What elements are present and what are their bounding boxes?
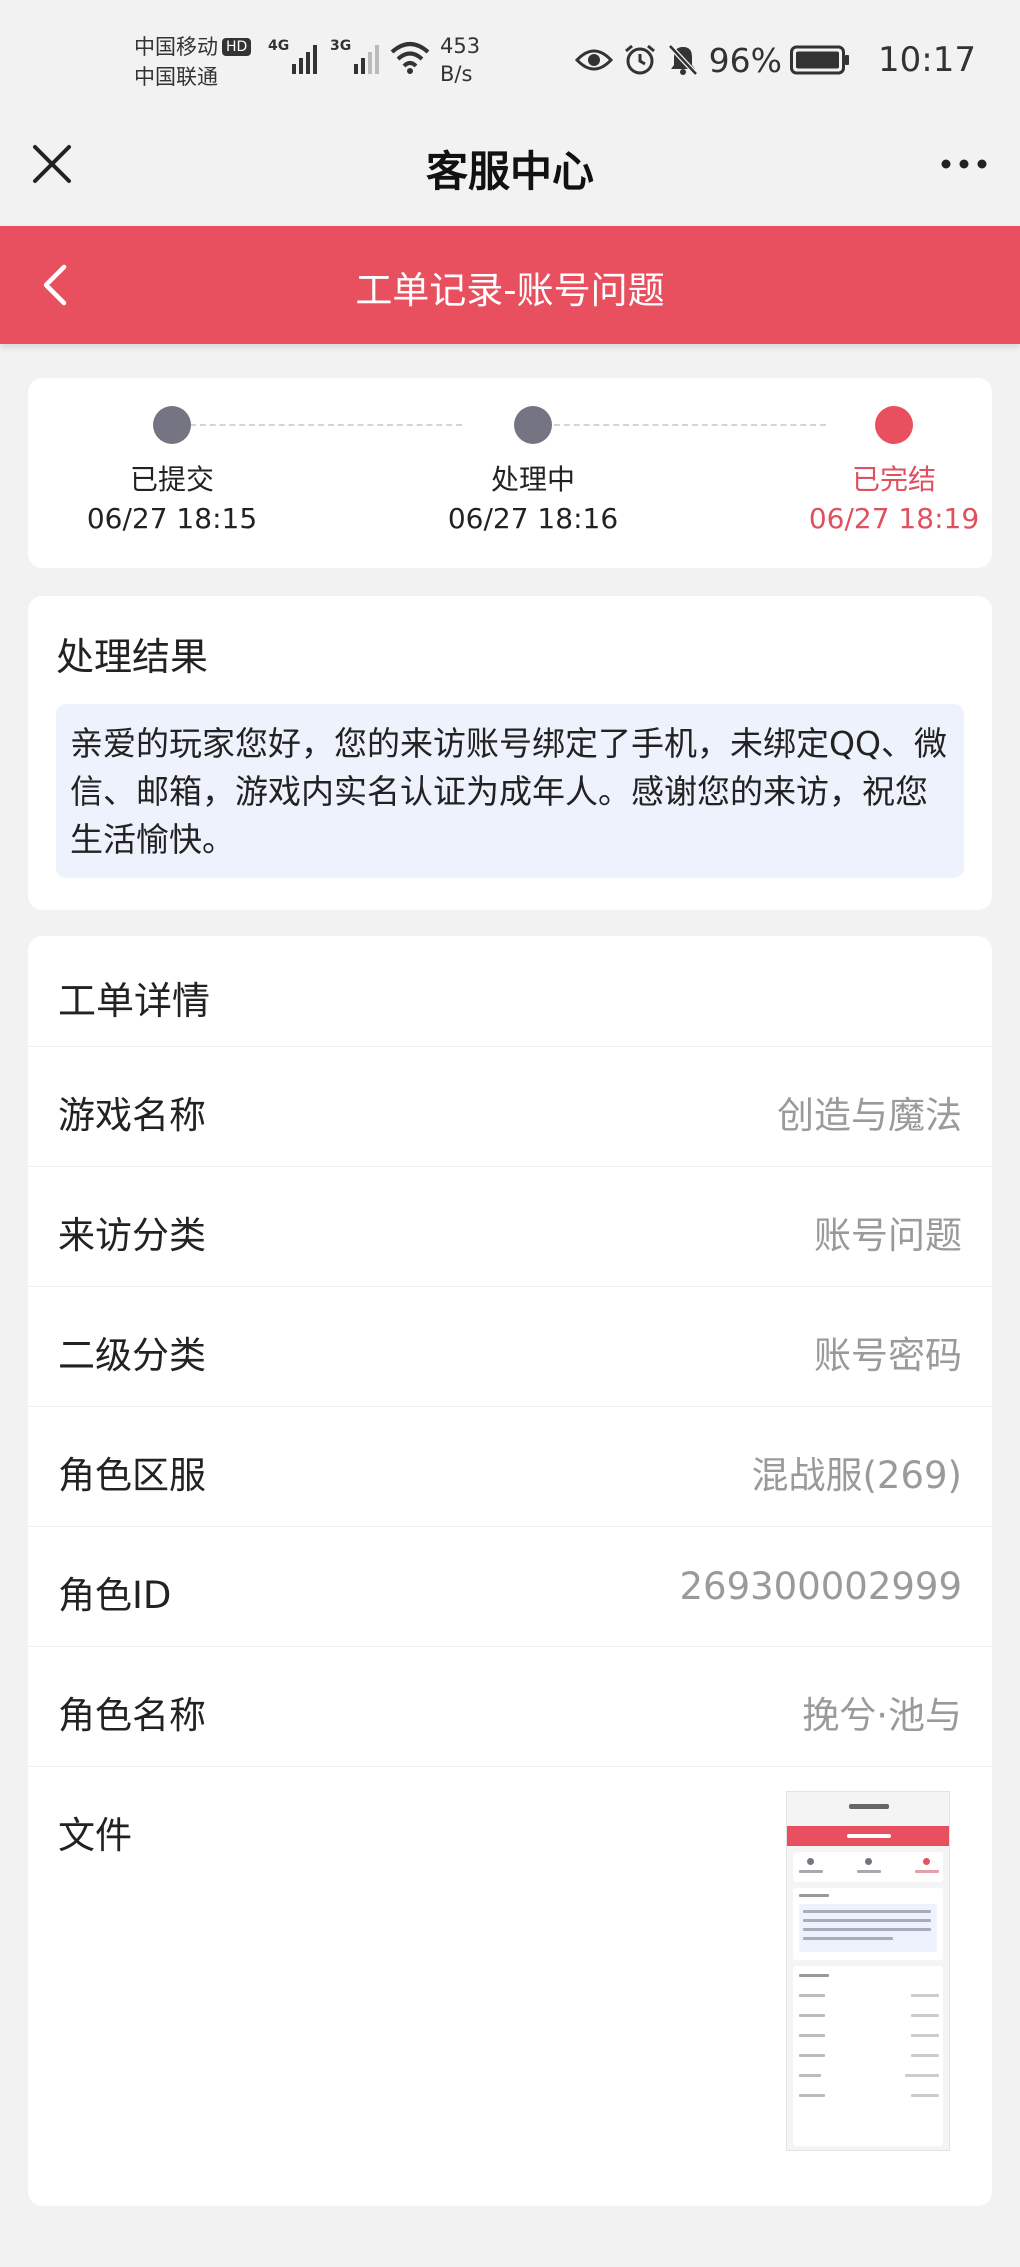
progress-card: 已提交 06/27 18:15 处理中 06/27 18:16 已完结 06/27 1…	[28, 378, 992, 568]
file-thumbnail[interactable]	[786, 1791, 950, 2151]
detail-key: 角色区服	[58, 1454, 206, 1497]
step-time: 06/27 18:16	[447, 502, 619, 535]
more-icon	[941, 159, 987, 169]
detail-row: 来访分类 账号问题	[28, 1166, 992, 1286]
detail-row: 二级分类 账号密码	[28, 1286, 992, 1406]
detail-value: 账号密码	[814, 1334, 962, 1377]
step-dot	[875, 406, 913, 444]
detail-key: 角色名称	[58, 1694, 206, 1737]
mute-bell-icon	[667, 43, 699, 77]
step-time: 06/27 18:19	[808, 502, 980, 535]
details-card: 工单详情 游戏名称 创造与魔法来访分类 账号问题二级分类 账号密码角色区服 混战服(26…	[28, 936, 992, 2206]
step-label: 处理中	[490, 463, 575, 496]
status-right: 96% 10:17	[574, 40, 976, 80]
app-header: 客服中心	[0, 120, 1020, 226]
detail-row: 游戏名称 创造与魔法	[28, 1046, 992, 1166]
sub-header: 工单记录-账号问题	[0, 226, 1020, 344]
detail-value: 269300002999	[679, 1565, 963, 1608]
page-title: 客服中心	[425, 147, 594, 196]
status-bar: 中国移动 HD 中国联通 4G 3G 453 B/s 96% 10:17	[0, 0, 1020, 120]
result-card: 处理结果 亲爱的玩家您好，您的来访账号绑定了手机，未绑定QQ、微信、邮箱，游戏内…	[28, 596, 992, 910]
progress-step-submitted: 已提交 06/27 18:15	[52, 406, 292, 535]
sub-header-title: 工单记录-账号问题	[355, 269, 665, 312]
step-dot	[153, 406, 191, 444]
battery-percent: 96%	[708, 40, 783, 80]
carrier-1: 中国移动	[134, 35, 218, 59]
detail-value: 账号问题	[814, 1214, 962, 1257]
detail-row: 角色名称 挽兮·池与	[28, 1646, 992, 1766]
carrier-2: 中国联通	[134, 65, 218, 89]
result-text: 亲爱的玩家您好，您的来访账号绑定了手机，未绑定QQ、微信、邮箱，游戏内实名认证为…	[56, 704, 964, 878]
detail-row: 角色区服 混战服(269)	[28, 1406, 992, 1526]
file-label: 文件	[58, 1814, 132, 1857]
net-speed: 453 B/s	[440, 34, 481, 86]
step-dot	[514, 406, 552, 444]
progress-step-processing: 处理中 06/27 18:16	[413, 406, 653, 535]
wifi-icon	[390, 42, 430, 74]
detail-key: 二级分类	[58, 1334, 206, 1377]
progress-step-completed: 已完结 06/27 18:19	[774, 406, 1014, 535]
detail-key: 游戏名称	[58, 1094, 206, 1137]
step-time: 06/27 18:15	[86, 502, 258, 535]
eye-icon	[574, 46, 613, 74]
step-label: 已提交	[129, 463, 214, 496]
result-title: 处理结果	[56, 635, 209, 679]
detail-value: 混战服(269)	[751, 1454, 963, 1497]
alarm-icon	[623, 43, 657, 77]
battery-icon	[790, 45, 850, 75]
carrier-info: 中国移动 HD 中国联通	[134, 32, 252, 92]
detail-row: 角色ID 269300002999	[28, 1526, 992, 1646]
hd-badge: HD	[222, 38, 252, 56]
details-title: 工单详情	[58, 979, 211, 1023]
detail-value: 创造与魔法	[777, 1094, 962, 1137]
detail-key: 角色ID	[58, 1574, 172, 1617]
detail-key: 来访分类	[58, 1214, 206, 1257]
more-options-button[interactable]	[934, 144, 994, 184]
clock: 10:17	[878, 40, 976, 80]
step-label: 已完结	[851, 463, 936, 496]
detail-value: 挽兮·池与	[802, 1694, 962, 1737]
